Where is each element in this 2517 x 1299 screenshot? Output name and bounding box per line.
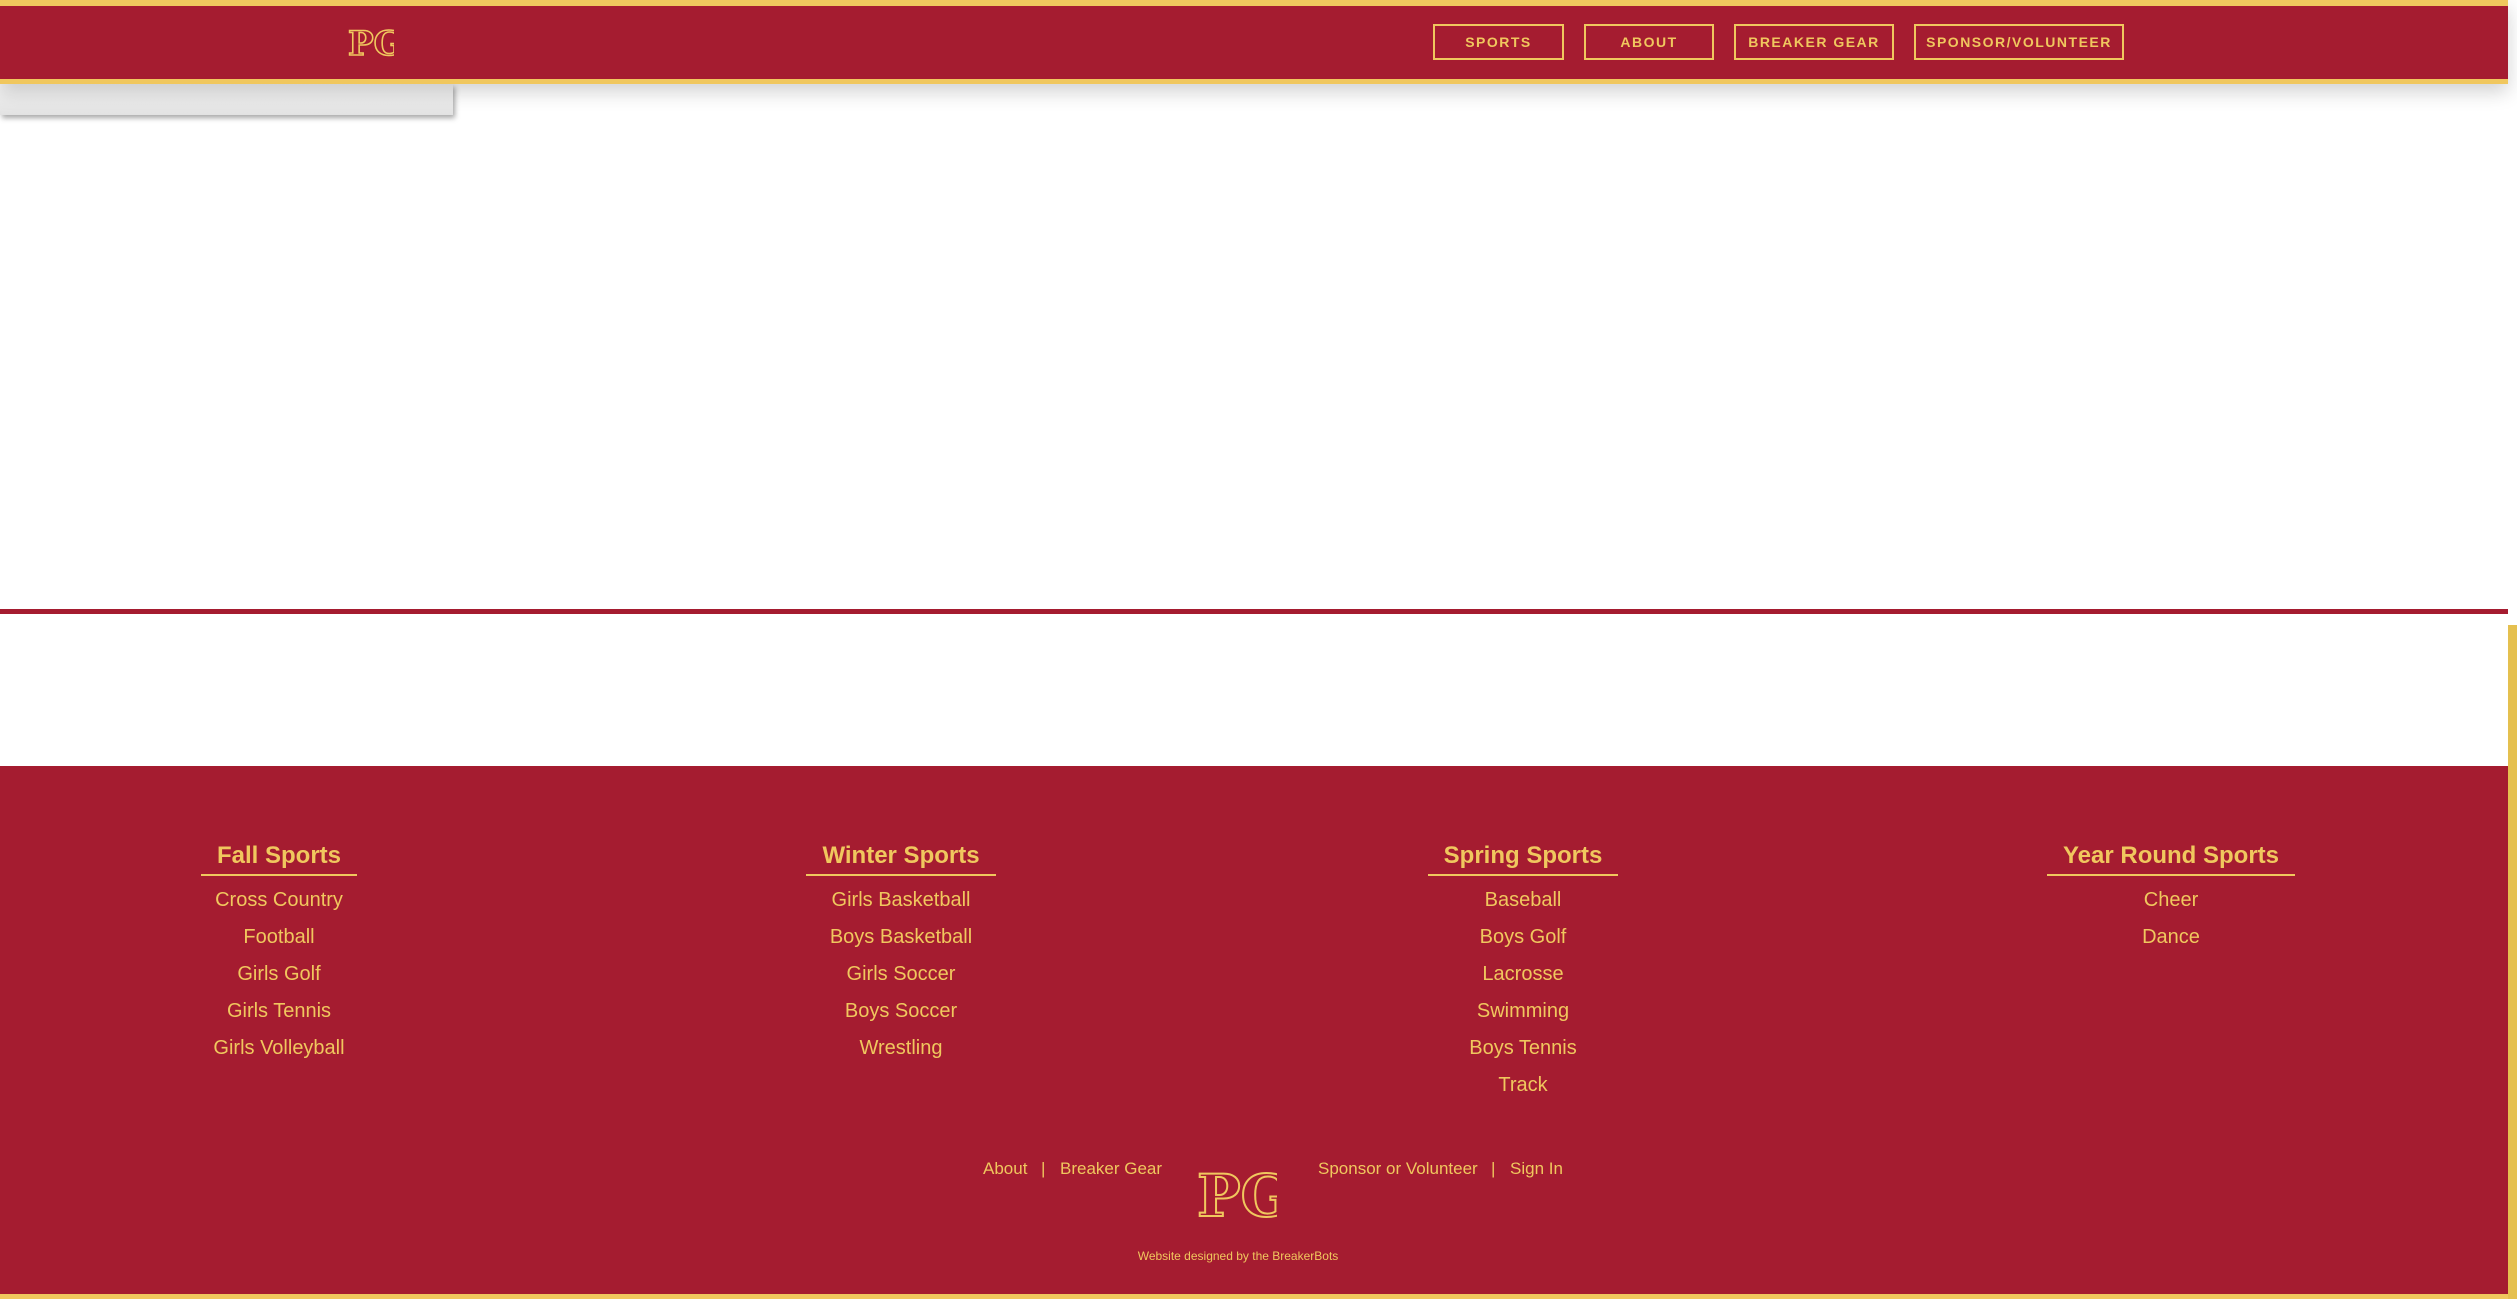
pg-logo-icon[interactable]: PG <box>1197 1154 1277 1236</box>
footer-separator: | <box>1491 1159 1496 1178</box>
footer-sign-in-link[interactable]: Sign In <box>1510 1154 1563 1184</box>
header-logo-text: PG <box>348 24 394 64</box>
footer-link-girls-tennis[interactable]: Girls Tennis <box>129 993 429 1030</box>
footer-link-girls-volleyball[interactable]: Girls Volleyball <box>129 1030 429 1067</box>
nav-breaker-gear-button[interactable]: BREAKER GEAR <box>1734 24 1894 60</box>
footer-sponsor-volunteer-link[interactable]: Sponsor or Volunteer <box>1318 1154 1478 1184</box>
footer-about-link[interactable]: About <box>983 1154 1027 1184</box>
spring-sports-column: Spring Sports Baseball Boys Golf Lacross… <box>1373 842 1673 1104</box>
scrollbar-thumb[interactable] <box>2508 625 2517 1299</box>
footer-link-boys-golf[interactable]: Boys Golf <box>1373 919 1673 956</box>
footer-link-football[interactable]: Football <box>129 919 429 956</box>
footer-link-girls-golf[interactable]: Girls Golf <box>129 956 429 993</box>
footer-link-boys-basketball[interactable]: Boys Basketball <box>751 919 1051 956</box>
footer-link-girls-soccer[interactable]: Girls Soccer <box>751 956 1051 993</box>
spring-sports-heading[interactable]: Spring Sports <box>1427 842 1619 876</box>
footer-link-swimming[interactable]: Swimming <box>1373 993 1673 1030</box>
nav-sponsor-volunteer-button[interactable]: SPONSOR/VOLUNTEER <box>1914 24 2124 60</box>
footer: Fall Sports Cross Country Football Girls… <box>0 766 2508 1299</box>
nav-about-button[interactable]: ABOUT <box>1584 24 1714 60</box>
site-credit: Website designed by the BreakerBots <box>1137 1249 1339 1263</box>
fall-sports-column: Fall Sports Cross Country Football Girls… <box>129 842 429 1067</box>
year-round-sports-column: Year Round Sports Cheer Dance <box>2021 842 2321 956</box>
pg-logo-icon[interactable]: PG <box>346 15 394 71</box>
footer-link-boys-tennis[interactable]: Boys Tennis <box>1373 1030 1673 1067</box>
footer-separator: | <box>1041 1159 1046 1178</box>
fall-sports-heading[interactable]: Fall Sports <box>200 842 358 876</box>
section-divider <box>0 609 2508 614</box>
footer-breaker-gear-link[interactable]: Breaker Gear <box>1060 1154 1162 1184</box>
main-nav: SPORTS ABOUT BREAKER GEAR SPONSOR/VOLUNT… <box>1433 24 2124 60</box>
footer-link-cheer[interactable]: Cheer <box>2021 882 2321 919</box>
footer-link-girls-basketball[interactable]: Girls Basketball <box>751 882 1051 919</box>
footer-link-track[interactable]: Track <box>1373 1067 1673 1104</box>
scrollbar-track[interactable] <box>2508 0 2517 1299</box>
winter-sports-column: Winter Sports Girls Basketball Boys Bask… <box>751 842 1051 1067</box>
footer-link-cross-country[interactable]: Cross Country <box>129 882 429 919</box>
footer-link-dance[interactable]: Dance <box>2021 919 2321 956</box>
footer-link-baseball[interactable]: Baseball <box>1373 882 1673 919</box>
footer-link-lacrosse[interactable]: Lacrosse <box>1373 956 1673 993</box>
side-panel <box>0 84 453 115</box>
top-navbar: PG SPORTS ABOUT BREAKER GEAR SPONSOR/VOL… <box>0 0 2508 84</box>
winter-sports-heading[interactable]: Winter Sports <box>806 842 996 876</box>
footer-logo-text: PG <box>1197 1162 1277 1230</box>
nav-sports-button[interactable]: SPORTS <box>1433 24 1564 60</box>
footer-link-boys-soccer[interactable]: Boys Soccer <box>751 993 1051 1030</box>
footer-link-wrestling[interactable]: Wrestling <box>751 1030 1051 1067</box>
year-round-sports-heading[interactable]: Year Round Sports <box>2046 842 2296 876</box>
